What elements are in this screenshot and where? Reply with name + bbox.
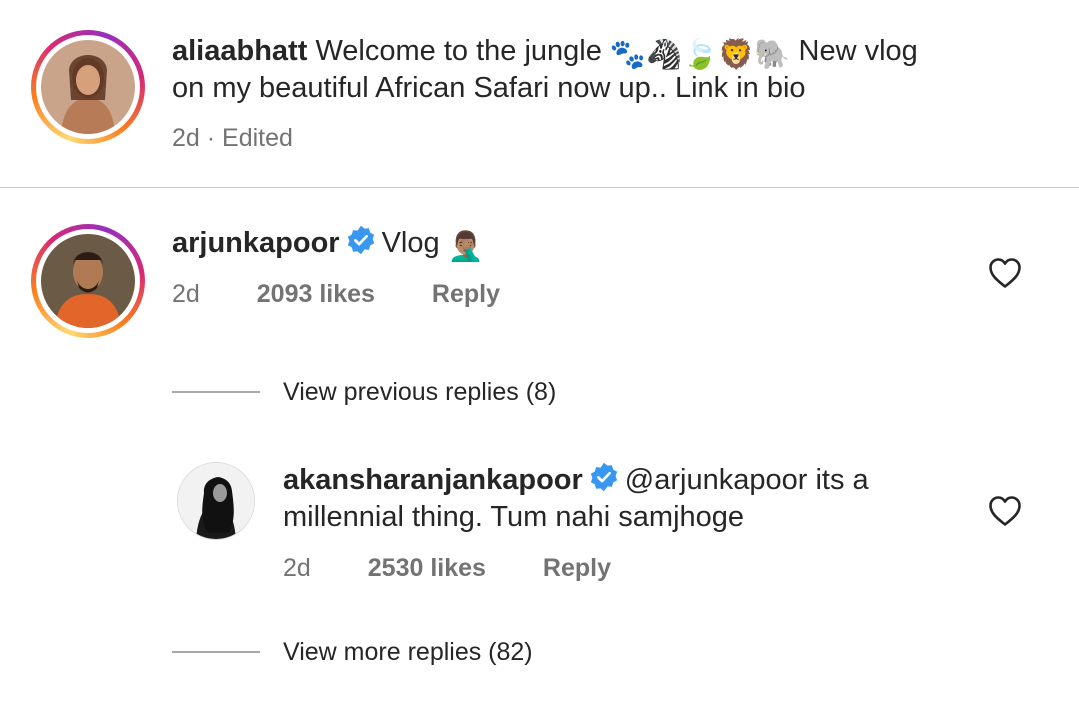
comment-text: Vlog bbox=[381, 227, 440, 259]
reply-author-username[interactable]: akansharanjankapoor bbox=[283, 464, 583, 496]
view-previous-replies[interactable]: View previous replies (8) bbox=[283, 378, 556, 407]
verified-badge-icon bbox=[589, 462, 619, 502]
comment-likes[interactable]: 2093 likes bbox=[257, 280, 375, 308]
heart-icon bbox=[989, 258, 1021, 288]
facepalm-emoji: 🤦🏽‍♂️ bbox=[447, 231, 484, 263]
reply-time[interactable]: 2d bbox=[283, 554, 311, 582]
comment-author-username[interactable]: arjunkapoor bbox=[172, 227, 340, 259]
caption-text-end: New vlog bbox=[798, 35, 918, 67]
caption-text: Welcome to the jungle bbox=[315, 35, 602, 67]
view-more-replies[interactable]: View more replies (82) bbox=[283, 638, 533, 667]
reply-body-line-2: millennial thing. Tum nahi samjhoge bbox=[283, 501, 745, 533]
replies-line bbox=[172, 391, 260, 393]
avatar-photo bbox=[178, 463, 254, 539]
post-author-avatar[interactable] bbox=[31, 30, 145, 144]
caption-line-2: on my beautiful African Safari now up.. … bbox=[172, 72, 806, 104]
comment-reply-button[interactable]: Reply bbox=[432, 280, 500, 308]
reply-body-line-1: akansharanjankapoor @arjunkapoor its a bbox=[283, 462, 869, 502]
post-time[interactable]: 2d bbox=[172, 124, 200, 152]
caption-divider bbox=[0, 187, 1079, 188]
reply-meta: 2d 2530 likes Reply bbox=[283, 554, 611, 583]
avatar-photo bbox=[41, 234, 135, 328]
heart-icon bbox=[989, 496, 1021, 526]
reply-likes[interactable]: 2530 likes bbox=[368, 554, 486, 582]
comment-like-button[interactable] bbox=[988, 257, 1022, 289]
post-caption: aliaabhatt Welcome to the jungle 🐾🦓🍃🦁🐘 N… bbox=[172, 33, 918, 74]
reply-reply-button[interactable]: Reply bbox=[543, 554, 611, 582]
caption-emojis: 🐾🦓🍃🦁🐘 bbox=[609, 39, 791, 71]
post-meta: 2d · Edited bbox=[172, 124, 293, 153]
post-author-username[interactable]: aliaabhatt bbox=[172, 35, 307, 67]
reply-text: @arjunkapoor its a bbox=[624, 464, 869, 496]
reply-author-avatar[interactable] bbox=[177, 462, 255, 540]
avatar-photo bbox=[41, 40, 135, 134]
comment-meta: 2d 2093 likes Reply bbox=[172, 280, 500, 309]
comment-body: arjunkapoor Vlog 🤦🏽‍♂️ bbox=[172, 225, 484, 266]
replies-line bbox=[172, 651, 260, 653]
comment-time[interactable]: 2d bbox=[172, 280, 200, 308]
comment-author-avatar[interactable] bbox=[31, 224, 145, 338]
edited-label: · Edited bbox=[206, 124, 293, 152]
verified-badge-icon bbox=[346, 225, 376, 265]
reply-like-button[interactable] bbox=[988, 495, 1022, 527]
